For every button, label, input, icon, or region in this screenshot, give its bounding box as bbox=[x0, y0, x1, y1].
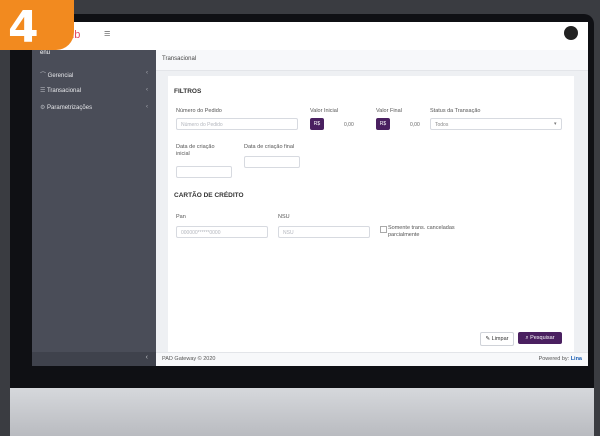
nsu-label: NSU bbox=[278, 214, 290, 220]
filtros-heading: FILTROS bbox=[174, 88, 202, 95]
cartao-heading: CARTÃO DE CRÉDITO bbox=[174, 192, 244, 199]
chevron-down-icon: ▾ bbox=[554, 121, 557, 127]
valor-inicial-label: Valor Inicial bbox=[310, 108, 339, 114]
limpar-button[interactable]: ✎ Limpar bbox=[480, 332, 514, 346]
pedido-input[interactable]: Número do Pedido bbox=[176, 118, 298, 130]
gear-icon: ⚙ bbox=[40, 105, 48, 111]
filter-panel: FILTROS Número do Pedido Número do Pedid… bbox=[168, 76, 574, 352]
footer-powered: Powered by: Lina bbox=[539, 356, 582, 362]
sidebar-item-label: Gerencial bbox=[47, 73, 74, 79]
valor-inicial-input[interactable]: 0,00 bbox=[344, 122, 354, 128]
sidebar-item-transacional[interactable]: ☰ Transacional ‹ bbox=[40, 87, 150, 94]
data-final-label: Data de criação final bbox=[244, 144, 295, 150]
somente-canceladas-checkbox[interactable] bbox=[380, 226, 387, 233]
status-label: Status da Transação bbox=[430, 108, 481, 114]
pedido-label: Número do Pedido bbox=[176, 108, 222, 114]
data-inicial-label: Data de criação inicial bbox=[176, 144, 215, 157]
sidebar-collapse-bar: ‹ bbox=[32, 352, 156, 366]
powered-prefix: Powered by: bbox=[538, 356, 570, 362]
sidebar-item-gerencial[interactable]: ⌒ Gerencial ‹ bbox=[40, 70, 150, 79]
data-inicial-input[interactable] bbox=[176, 166, 232, 178]
footer-copyright: PAD Gateway © 2020 bbox=[162, 356, 216, 362]
somente-canceladas-label: Somente trans. canceladas parcialmente bbox=[388, 225, 455, 238]
chevron-left-icon: ‹ bbox=[146, 70, 148, 76]
pesquisar-button[interactable]: ⌕ Pesquisar bbox=[518, 332, 562, 344]
sidebar-item-label: Parametrizações bbox=[47, 105, 93, 111]
powered-brand[interactable]: Lina bbox=[571, 356, 582, 362]
sidebar-item-parametrizacoes[interactable]: ⚙ Parametrizações ‹ bbox=[40, 104, 150, 111]
user-avatar[interactable] bbox=[564, 26, 578, 40]
top-bar: hub ≡ bbox=[32, 22, 588, 51]
currency-badge: R$ bbox=[376, 118, 390, 130]
currency-badge: R$ bbox=[310, 118, 324, 130]
list-icon: ☰ bbox=[40, 88, 47, 94]
pesquisar-label: Pesquisar bbox=[530, 335, 555, 341]
sidebar: enu ⌒ Gerencial ‹ ☰ Transacional ‹ ⚙ Par… bbox=[32, 50, 156, 366]
hamburger-menu-icon[interactable]: ≡ bbox=[104, 28, 110, 40]
step-badge: 4 bbox=[0, 0, 74, 53]
step-number: 4 bbox=[8, 2, 39, 53]
valor-final-label: Valor Final bbox=[376, 108, 402, 114]
data-final-input[interactable] bbox=[244, 156, 300, 168]
chevron-left-icon: ‹ bbox=[146, 87, 148, 93]
breadcrumb: Transacional bbox=[156, 50, 588, 71]
sidebar-item-label: Transacional bbox=[46, 88, 82, 94]
monitor-stand bbox=[10, 388, 594, 436]
nsu-input[interactable]: NSU bbox=[278, 226, 370, 238]
sidebar-title: enu bbox=[40, 50, 51, 56]
pan-input[interactable]: 000000******0000 bbox=[176, 226, 268, 238]
pan-label: Pan bbox=[176, 214, 186, 220]
page-footer: PAD Gateway © 2020 Powered by: Lina bbox=[156, 352, 588, 366]
app-screen: hub ≡ enu ⌒ Gerencial ‹ ☰ Transacional ‹… bbox=[32, 22, 588, 366]
breadcrumb-current: Transacional bbox=[162, 56, 197, 62]
valor-final-input[interactable]: 0,00 bbox=[410, 122, 420, 128]
chart-icon: ⌒ bbox=[40, 73, 48, 79]
status-select[interactable]: Todos bbox=[430, 118, 562, 130]
collapse-sidebar-icon[interactable]: ‹ bbox=[146, 354, 148, 361]
chevron-left-icon: ‹ bbox=[146, 104, 148, 110]
limpar-label: Limpar bbox=[491, 336, 509, 342]
